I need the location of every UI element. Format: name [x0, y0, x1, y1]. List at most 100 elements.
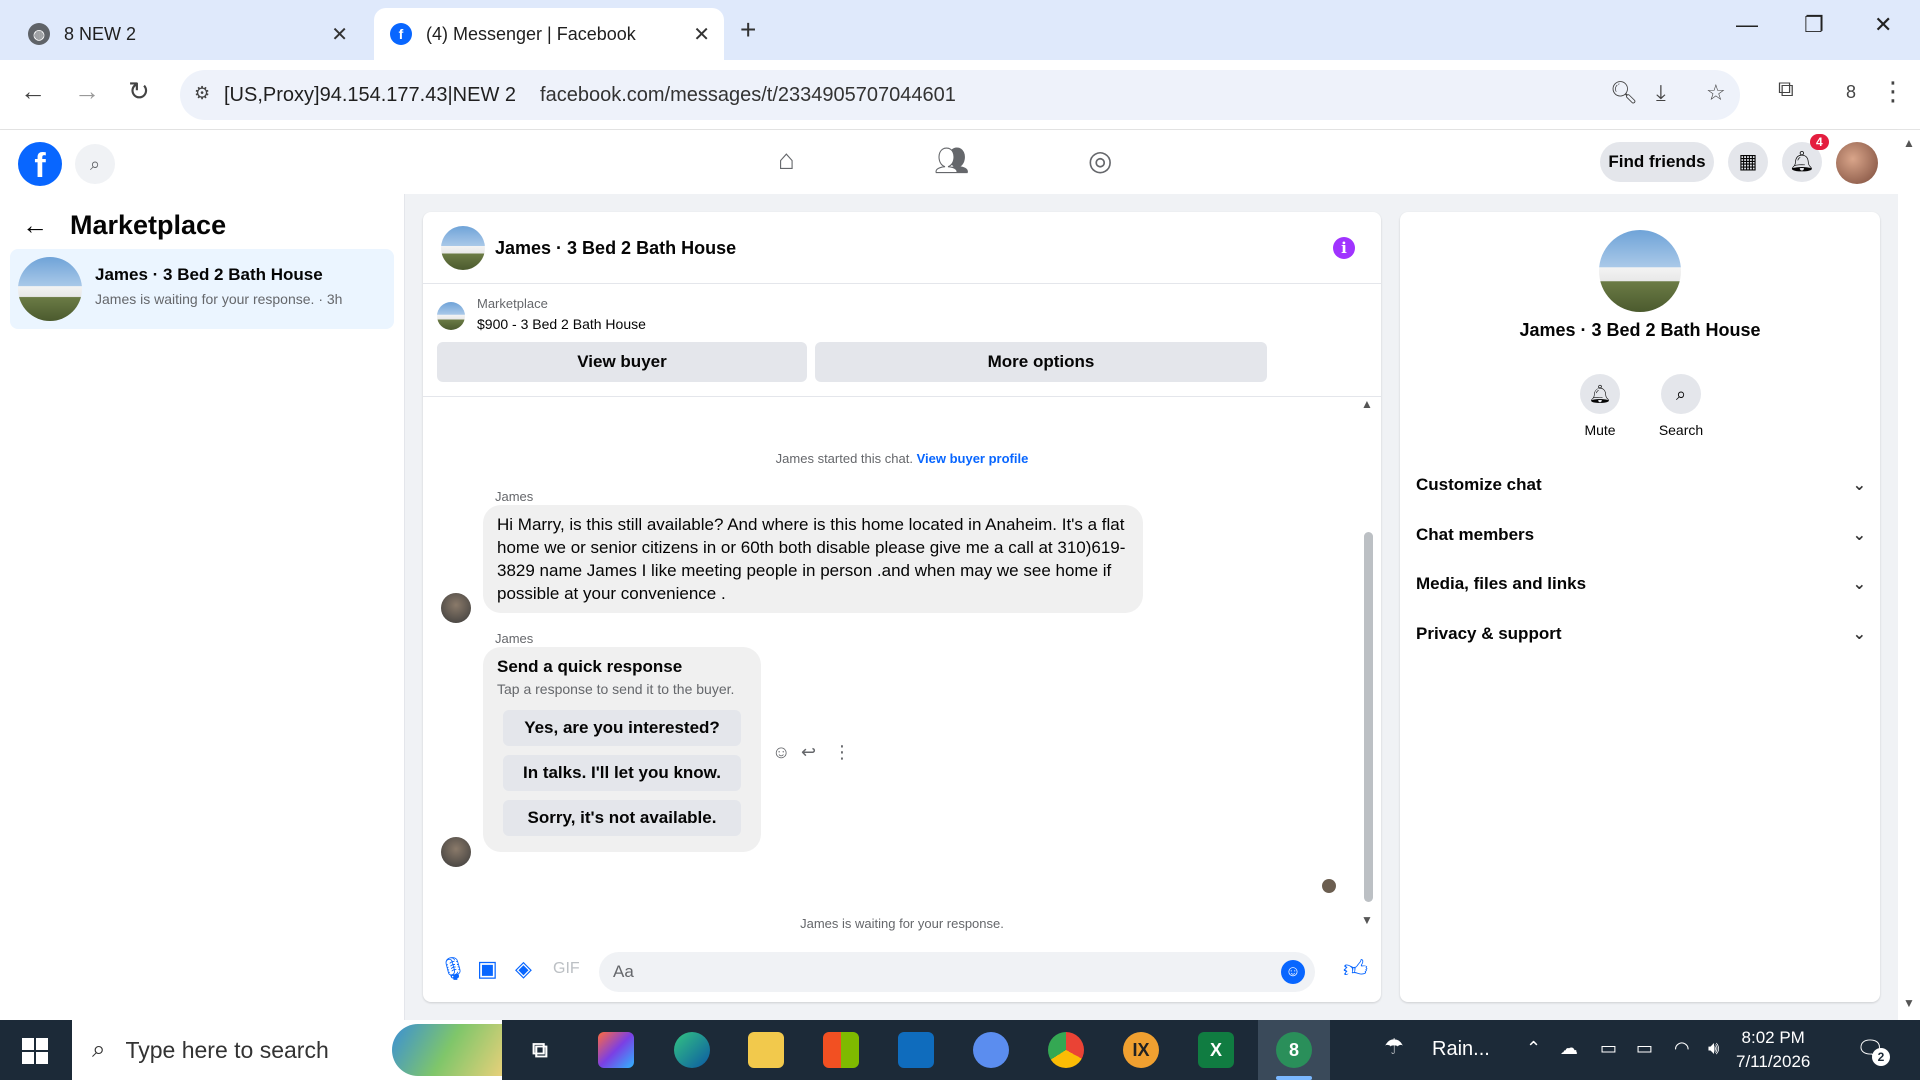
scroll-down-arrow-icon[interactable]: ▼: [1361, 913, 1373, 927]
weather-rain-icon[interactable]: ☂: [1384, 1034, 1404, 1060]
sender-avatar[interactable]: [441, 837, 471, 867]
globe-icon: ◍: [28, 23, 50, 45]
chevron-down-icon: ⌄: [1852, 527, 1866, 544]
quick-response-option[interactable]: Yes, are you interested?: [503, 710, 741, 746]
wifi-icon[interactable]: ◠: [1674, 1038, 1690, 1059]
gif-icon[interactable]: GIF: [553, 960, 580, 978]
microphone-icon[interactable]: 🎙︎: [439, 956, 467, 982]
tab-new-2[interactable]: ◍ 8 NEW 2 ✕: [12, 8, 362, 60]
browser-menu-icon[interactable]: ⋮: [1880, 76, 1906, 107]
profile-avatar[interactable]: [1836, 142, 1878, 184]
site-settings-icon[interactable]: ⚙: [194, 83, 210, 104]
facebook-favicon-icon: f: [390, 23, 412, 45]
react-emoji-icon[interactable]: ☺: [772, 742, 790, 763]
search-highlight-art: [392, 1024, 502, 1076]
house-avatar[interactable]: [1599, 230, 1681, 312]
outlook-icon[interactable]: [898, 1032, 934, 1068]
chrome-profile-icon[interactable]: [973, 1032, 1009, 1068]
scroll-up-arrow-icon[interactable]: ▲: [1361, 397, 1373, 411]
chat-title[interactable]: James · 3 Bed 2 Bath House: [495, 238, 736, 259]
copilot-icon[interactable]: [598, 1032, 634, 1068]
meet-now-icon[interactable]: ▭: [1600, 1038, 1617, 1059]
groups-icon[interactable]: ◎: [1088, 144, 1112, 177]
menu-grid-icon[interactable]: ▦: [1728, 142, 1768, 182]
house-avatar[interactable]: [441, 226, 485, 270]
restore-button[interactable]: ❐: [1804, 12, 1824, 38]
section-privacy-support[interactable]: Privacy & support ⌄: [1416, 624, 1866, 644]
microsoft-store-icon[interactable]: [823, 1032, 859, 1068]
install-app-icon[interactable]: ⤓: [1656, 80, 1666, 106]
find-friends-button[interactable]: Find friends: [1600, 142, 1714, 182]
search-action[interactable]: ⌕ Search: [1641, 374, 1721, 438]
taskbar-search-box[interactable]: ⌕ Type here to search: [72, 1020, 502, 1080]
conversation-item[interactable]: James · 3 Bed 2 Bath House James is wait…: [10, 249, 394, 329]
address-bar[interactable]: ⚙ [US,Proxy]94.154.177.43|NEW 2 facebook…: [180, 70, 1740, 120]
reply-icon[interactable]: ↩: [801, 742, 816, 763]
scroll-down-arrow-icon[interactable]: ▼: [1903, 996, 1915, 1010]
thread-scrollbar[interactable]: ▲ ▼: [1361, 397, 1375, 927]
notification-center-icon[interactable]: 🗨︎ 2: [1856, 1036, 1890, 1066]
bookmark-star-icon[interactable]: ☆: [1706, 80, 1726, 106]
search-icon[interactable]: ⌕: [75, 144, 115, 184]
section-label: Media, files and links: [1416, 574, 1587, 593]
browser-profile-8-icon[interactable]: 8: [1276, 1032, 1312, 1068]
chrome-icon[interactable]: [1048, 1032, 1084, 1068]
friends-icon[interactable]: 👥︎: [934, 144, 970, 177]
task-view-icon[interactable]: ⧉: [522, 1032, 558, 1068]
section-chat-members[interactable]: Chat members ⌄: [1416, 525, 1866, 545]
mute-action[interactable]: 🔔︎ Mute: [1560, 374, 1640, 438]
thumbs-up-icon[interactable]: 👍︎: [1343, 956, 1368, 984]
zoom-icon[interactable]: 🔍︎: [1610, 80, 1638, 106]
windows-start-icon[interactable]: [22, 1038, 48, 1064]
sticker-icon[interactable]: ◈: [515, 956, 532, 982]
view-buyer-button[interactable]: View buyer: [437, 342, 807, 382]
home-icon[interactable]: ⌂: [778, 144, 795, 176]
show-hidden-icons-icon[interactable]: ⌃: [1526, 1038, 1541, 1059]
facebook-logo-icon[interactable]: f: [18, 142, 62, 186]
profile-count[interactable]: 8: [1846, 82, 1856, 103]
scroll-up-arrow-icon[interactable]: ▲: [1903, 136, 1915, 150]
quick-response-option[interactable]: Sorry, it's not available.: [503, 800, 741, 836]
file-explorer-icon[interactable]: [748, 1032, 784, 1068]
battery-icon[interactable]: ▭: [1636, 1038, 1653, 1059]
close-tab-icon[interactable]: ✕: [331, 22, 348, 47]
back-arrow-icon[interactable]: ←: [22, 210, 48, 241]
photo-icon[interactable]: ▣: [477, 956, 498, 982]
more-options-button[interactable]: More options: [815, 342, 1267, 382]
page-scrollbar[interactable]: ▲ ▼: [1898, 130, 1920, 1020]
sender-avatar[interactable]: [441, 593, 471, 623]
close-tab-icon[interactable]: ✕: [693, 22, 710, 47]
scrollbar-thumb[interactable]: [1364, 532, 1373, 902]
quick-response-option[interactable]: In talks. I'll let you know.: [503, 755, 741, 791]
more-actions-icon[interactable]: ⋮: [833, 742, 851, 763]
listing-thumbnail: [437, 302, 465, 330]
edge-icon[interactable]: [674, 1032, 710, 1068]
excel-icon[interactable]: X: [1198, 1032, 1234, 1068]
bell-icon[interactable]: 🔔︎: [1580, 374, 1620, 414]
forward-button[interactable]: →: [74, 76, 100, 107]
emoji-icon[interactable]: ☺: [1281, 960, 1305, 984]
proxy-label: [US,Proxy]94.154.177.43|NEW 2: [224, 83, 517, 106]
volume-icon[interactable]: 🔊︎: [1708, 1038, 1719, 1059]
onedrive-cloud-icon[interactable]: ☁: [1560, 1038, 1578, 1059]
search-tabs-icon[interactable]: ⧉: [1778, 76, 1794, 102]
url-text[interactable]: facebook.com/messages/t/2334905707044601: [540, 84, 956, 107]
minimize-button[interactable]: —: [1736, 12, 1758, 38]
weather-text[interactable]: Rain...: [1432, 1038, 1490, 1061]
reload-button[interactable]: ↻: [128, 76, 150, 107]
back-button[interactable]: ←: [20, 76, 46, 107]
seen-indicator-avatar: [1322, 879, 1336, 893]
info-icon[interactable]: i: [1333, 237, 1355, 259]
ixbrowser-icon[interactable]: IX: [1123, 1032, 1159, 1068]
search-icon[interactable]: ⌕: [1661, 374, 1701, 414]
message-sender: James: [495, 489, 534, 504]
message-input[interactable]: Aa ☺: [599, 952, 1315, 992]
system-clock[interactable]: 8:02 PM 7/11/2026: [1736, 1026, 1810, 1074]
section-customize-chat[interactable]: Customize chat ⌄: [1416, 475, 1866, 495]
message-bubble[interactable]: Hi Marry, is this still available? And w…: [483, 505, 1143, 613]
close-window-button[interactable]: ✕: [1874, 12, 1892, 38]
view-buyer-profile-link[interactable]: View buyer profile: [917, 451, 1029, 466]
section-media-files-links[interactable]: Media, files and links ⌄: [1416, 574, 1866, 594]
tab-messenger[interactable]: f (4) Messenger | Facebook ✕: [374, 8, 724, 60]
new-tab-button[interactable]: +: [740, 14, 756, 46]
